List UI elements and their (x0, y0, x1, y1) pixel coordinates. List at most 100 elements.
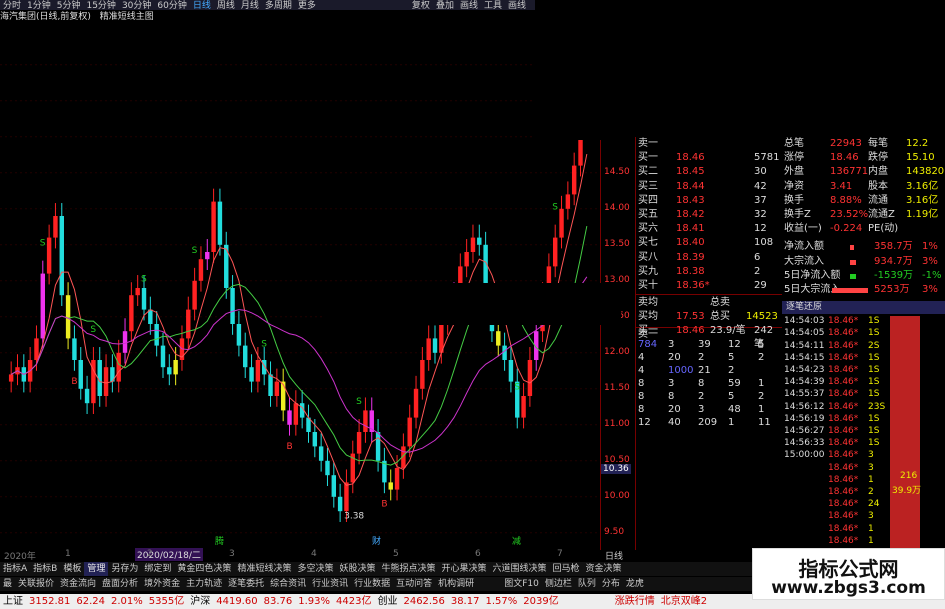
info-tab-11[interactable]: 机构调研 (435, 577, 477, 591)
period-tab-10[interactable]: 更多 (295, 1, 319, 10)
status-item-3: 2.01% (111, 596, 143, 607)
period-tab-11[interactable]: 复权 (409, 1, 433, 10)
tick-price: 18.46* (828, 352, 859, 363)
period-tab-5[interactable]: 60分钟 (154, 1, 189, 10)
info-tab-15[interactable]: 分布 (599, 577, 623, 591)
avg-row-cell: 买均 (638, 311, 658, 323)
indicator-tab-9[interactable]: 妖股决策 (336, 562, 378, 576)
info-tab-2[interactable]: 资金流向 (57, 577, 99, 591)
buy1-row-cell: 买一 (638, 325, 658, 336)
price-tick: 11.00 (604, 418, 630, 429)
stat-row-cell: 每笔 (868, 138, 888, 149)
candle (116, 352, 121, 382)
period-tab-12[interactable]: 叠加 (433, 1, 457, 10)
period-tab-8[interactable]: 月线 (238, 1, 262, 10)
flow-row-cell: 大宗流入 (784, 255, 824, 267)
indicator-tab-5[interactable]: 绑定到 (141, 562, 174, 576)
avg-row-cell: 14523 (746, 311, 778, 323)
stat-row-cell: 收益(一) (784, 223, 822, 235)
indicator-tab-12[interactable]: 六道围线决策 (490, 562, 550, 576)
period-tab-2[interactable]: 5分钟 (54, 1, 84, 10)
indicator-tab-10[interactable]: 牛熊拐点决策 (378, 562, 438, 576)
watermark-url: www.zbgs3.com (771, 578, 926, 598)
status-item-5: 沪深 (190, 596, 211, 607)
status-item-4: 5355亿 (148, 596, 185, 607)
candle (122, 331, 128, 353)
stat-row: 净资 3.41 股本 3.16亿 (782, 180, 945, 194)
info-tab-3[interactable]: 盘面分析 (99, 577, 141, 591)
stat-row-cell: 143820 (906, 166, 945, 178)
sell-signal: S (356, 397, 362, 407)
tick-vol: 23S (868, 401, 886, 412)
info-tab-0[interactable]: 最 (0, 577, 15, 591)
indicator-tab-3[interactable]: 管理 (84, 562, 109, 576)
volume-bar-label: 216 (900, 471, 918, 482)
tick-price: 18.46* (828, 450, 859, 461)
price-tick: 12.00 (604, 346, 630, 357)
info-tab-12[interactable]: 图文F10 (501, 577, 542, 591)
status-item-12: 38.17 (450, 596, 480, 607)
tick-row: 18.46* 1 (782, 523, 890, 535)
indicator-tab-6[interactable]: 黄金四色决策 (174, 562, 234, 576)
candle (84, 388, 90, 404)
period-tab-13[interactable]: 画线 (457, 1, 481, 10)
flow-row-cell: 净流入额 (784, 241, 824, 253)
indicator-tab-7[interactable]: 精准短线决策 (234, 562, 294, 576)
info-tab-9[interactable]: 行业数据 (351, 577, 393, 591)
indicator-tab-4[interactable]: 另存为 (108, 562, 141, 576)
period-tab-14[interactable]: 工具 (481, 1, 505, 10)
flow-row: 大宗流入 934.7万 3% (782, 255, 945, 269)
candle (508, 360, 514, 382)
candle (331, 475, 337, 497)
status-item-9: 4423亿 (336, 596, 372, 607)
period-tab-1[interactable]: 1分钟 (24, 1, 54, 10)
month-mark: 1 (65, 549, 71, 559)
tick-price: 18.46* (828, 401, 859, 412)
order-row-cell: 18.39 (676, 251, 705, 263)
indicator-tab-0[interactable]: 指标A (0, 562, 30, 576)
queue-row-cell: 1 (728, 417, 735, 429)
tick-time: 14:54:23 (784, 365, 825, 375)
info-tab-7[interactable]: 综合资讯 (267, 577, 309, 591)
info-tab-16[interactable]: 龙虎 (623, 577, 647, 591)
sell-signal: S (552, 203, 558, 213)
order-row-cell: 18.36* (676, 280, 710, 291)
indicator-tab-11[interactable]: 开心果决策 (439, 562, 490, 576)
order-row-cell: 2 (754, 265, 761, 277)
tick-vol: 1S (868, 377, 880, 388)
period-tab-0[interactable]: 分时 (0, 1, 24, 10)
indicator-tab-1[interactable]: 指标B (30, 562, 60, 576)
indicator-name[interactable]: 精准短线主图 (100, 11, 154, 24)
indicator-tab-2[interactable]: 模板 (60, 562, 84, 576)
candle (394, 468, 400, 490)
candle (154, 324, 159, 346)
period-tab-6[interactable]: 日线 (190, 1, 214, 10)
indicator-tab-13[interactable]: 回马枪 (550, 562, 583, 576)
time-axis: 2020年 2020/02/18/二 1 2 3 4 5 6 7 腾 财 减日线 (0, 537, 623, 562)
info-tab-14[interactable]: 队列 (575, 577, 599, 591)
info-tab-6[interactable]: 逐笔委托 (225, 577, 267, 591)
period-tab-15[interactable]: 画线 (505, 1, 529, 10)
candle (135, 288, 140, 296)
flow-row-cell: 5253万 (874, 284, 910, 295)
indicator-tab-14[interactable]: 资金决策 (583, 562, 625, 576)
period-tab-3[interactable]: 15分钟 (83, 1, 118, 10)
info-tab-10[interactable]: 互动问答 (393, 577, 435, 591)
stat-row-cell: PE(动) (868, 223, 899, 235)
tick-row: 14:56:33 18.46* 1S (782, 437, 890, 449)
period-tab-4[interactable]: 30分钟 (119, 1, 154, 10)
info-tab-1[interactable]: 关联报价 (15, 577, 57, 591)
tick-vol: 1S (868, 316, 880, 327)
flow-row: 净流入额 358.7万 1% (782, 240, 945, 254)
period-tab-7[interactable]: 周线 (214, 1, 238, 10)
info-tab-13[interactable]: 侧边栏 (542, 577, 575, 591)
month-mark: 2 (147, 549, 153, 559)
info-tab-4[interactable]: 境外资金 (141, 577, 183, 591)
sell-signal: S (90, 325, 96, 335)
indicator-tab-8[interactable]: 多空决策 (294, 562, 336, 576)
info-tab-8[interactable]: 行业资讯 (309, 577, 351, 591)
candle (432, 338, 438, 353)
info-tab-5[interactable]: 主力轨迹 (183, 577, 225, 591)
candle (496, 331, 501, 346)
period-tab-9[interactable]: 多周期 (262, 1, 295, 10)
